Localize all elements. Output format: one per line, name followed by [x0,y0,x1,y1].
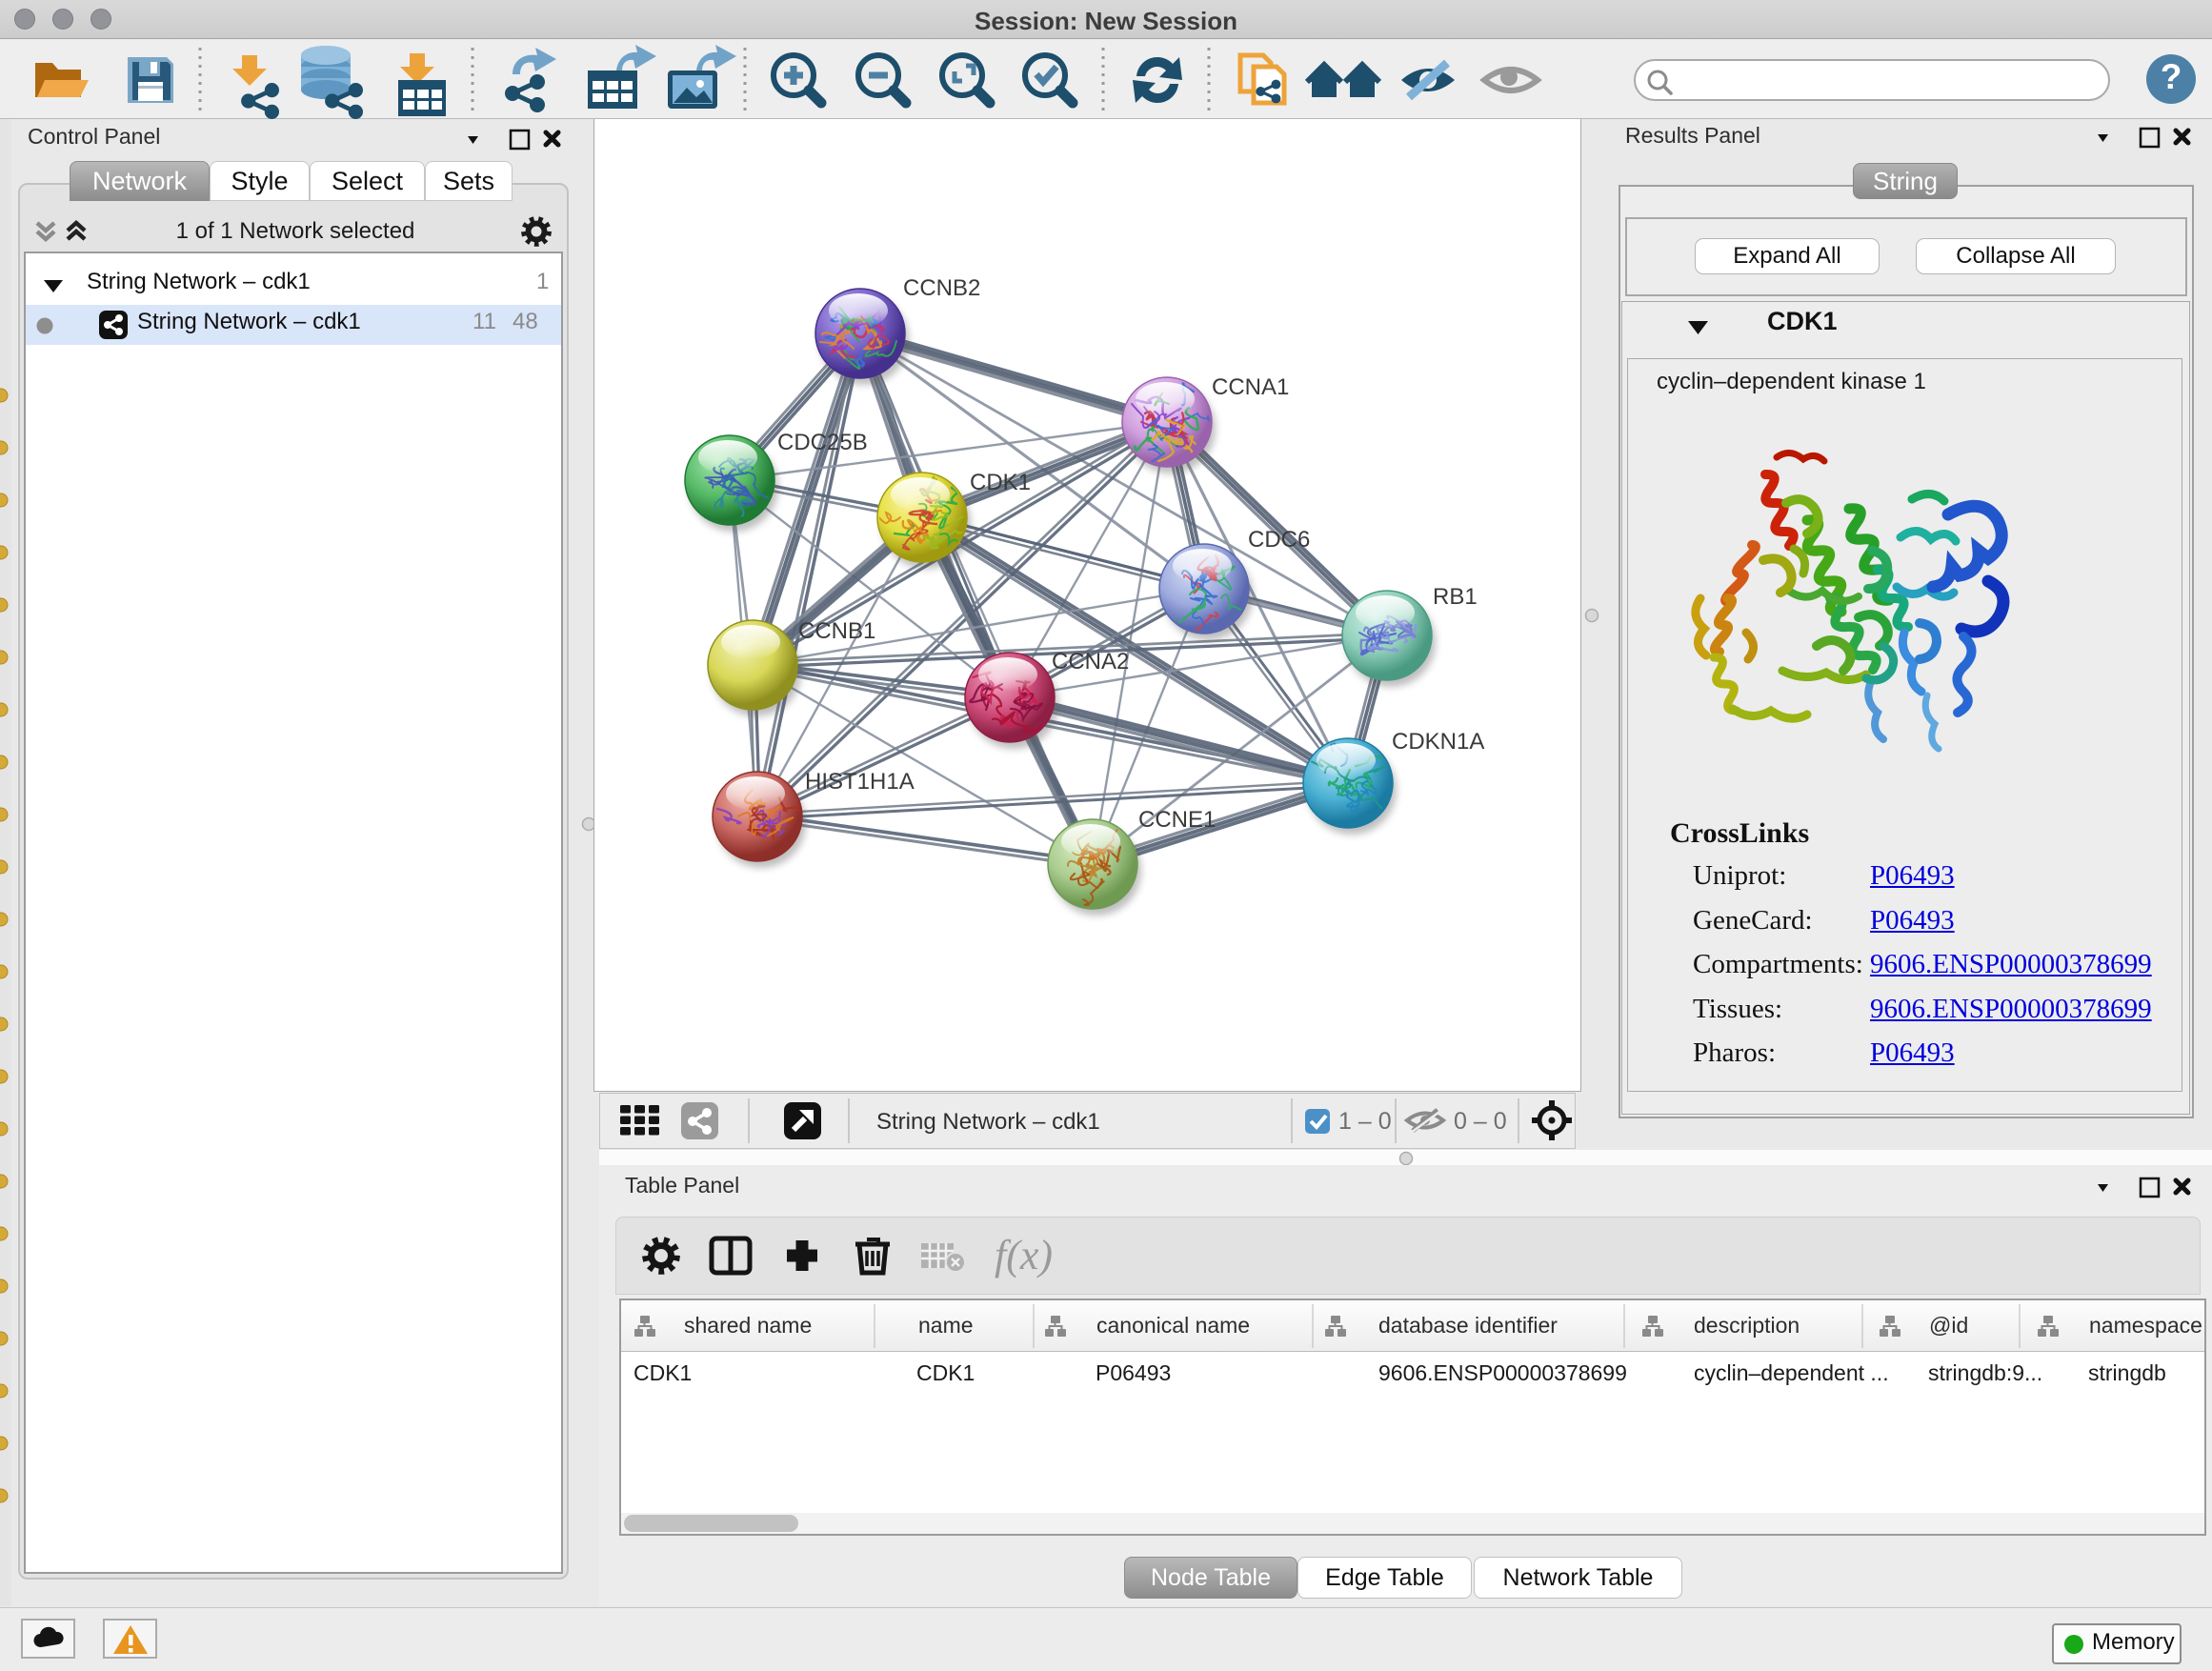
svg-text:CCNB2: CCNB2 [903,275,980,301]
svg-text:0 – 0: 0 – 0 [1454,1108,1507,1135]
svg-text:CCNE1: CCNE1 [1138,807,1216,833]
svg-text:CCNB1: CCNB1 [798,618,875,644]
svg-text:CDC6: CDC6 [1248,527,1310,553]
svg-text:String Network – cdk1: String Network – cdk1 [876,1109,1100,1135]
svg-text:CCNA1: CCNA1 [1212,374,1289,400]
svg-text:HIST1H1A: HIST1H1A [805,769,915,795]
svg-text:CDC25B: CDC25B [777,430,868,455]
svg-text:CDK1: CDK1 [970,470,1031,495]
svg-text:1 – 0: 1 – 0 [1338,1108,1392,1135]
svg-text:f(x): f(x) [995,1232,1053,1278]
svg-text:RB1: RB1 [1433,584,1478,610]
svg-text:CDKN1A: CDKN1A [1392,729,1484,755]
svg-text:CCNA2: CCNA2 [1052,649,1129,674]
